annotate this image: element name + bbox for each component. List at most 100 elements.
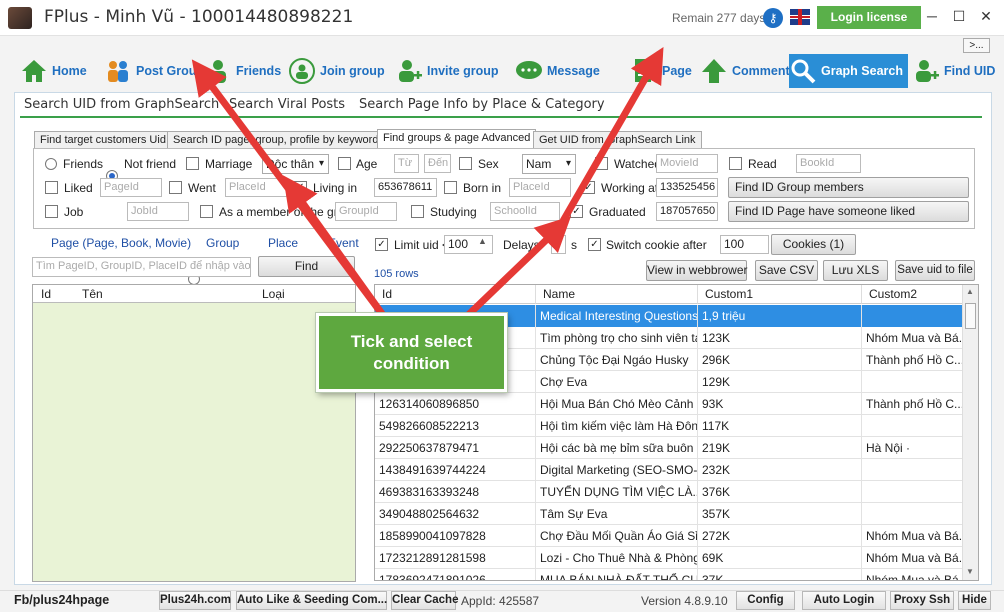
marriage-checkbox[interactable] bbox=[186, 157, 199, 170]
maximize-icon[interactable]: ☐ bbox=[946, 6, 972, 26]
grid-header-custom1[interactable]: Custom1 bbox=[698, 285, 862, 304]
left-search-input[interactable]: Tìm PageID, GroupID, PlaceID để nhập vào bbox=[32, 257, 251, 277]
age-from-input[interactable]: Từ bbox=[394, 154, 419, 173]
delays-input[interactable] bbox=[551, 235, 566, 254]
working-at-checkbox[interactable]: ✓ bbox=[582, 181, 595, 194]
limit-uid-checkbox[interactable]: ✓ bbox=[375, 238, 388, 251]
toolbar-post-group[interactable]: Post Group bbox=[104, 54, 204, 88]
find-button[interactable]: Find bbox=[258, 256, 355, 277]
minimize-icon[interactable]: ─ bbox=[919, 6, 945, 26]
job-checkbox[interactable] bbox=[45, 205, 58, 218]
scroll-thumb[interactable] bbox=[965, 303, 976, 329]
tab-find-groups-advanced[interactable]: Find groups & page Advanced bbox=[377, 129, 537, 149]
friends-radio[interactable] bbox=[45, 158, 57, 170]
key-icon[interactable]: ⚷ bbox=[763, 8, 783, 28]
toolbar-comment[interactable]: Comment bbox=[700, 54, 790, 88]
toolbar-page[interactable]: Page bbox=[630, 54, 692, 88]
scroll-up-icon[interactable]: ▲ bbox=[966, 287, 974, 296]
grid-header-custom2[interactable]: Custom2 bbox=[862, 285, 963, 304]
hide-button[interactable]: Hide bbox=[958, 591, 991, 610]
save-xls-button[interactable]: Lưu XLS bbox=[823, 260, 888, 281]
studying-checkbox[interactable] bbox=[411, 205, 424, 218]
member-of-group-checkbox[interactable] bbox=[200, 205, 213, 218]
school-id-input[interactable]: SchoolId bbox=[490, 202, 560, 221]
born-in-checkbox[interactable] bbox=[444, 181, 457, 194]
born-in-place-input[interactable]: PlaceId bbox=[509, 178, 571, 197]
went-place-id-input[interactable]: PlaceId bbox=[225, 178, 287, 197]
table-row[interactable]: 1858990041097828 Chợ Đầu Mối Quần Áo Giá … bbox=[375, 525, 963, 547]
grid-scrollbar[interactable]: ▲ ▼ bbox=[962, 285, 978, 580]
living-in-input[interactable]: 653678611 bbox=[374, 178, 437, 197]
find-group-members-button[interactable]: Find ID Group members bbox=[728, 177, 969, 198]
table-row[interactable]: 1783692471891026 MUA BÁN NHÀ ĐẤT THỔ CƯ..… bbox=[375, 569, 963, 580]
switch-cookie-input[interactable]: 100 bbox=[720, 235, 769, 254]
left-col-ten[interactable]: Tên bbox=[82, 287, 103, 301]
left-col-id[interactable]: Id bbox=[41, 287, 51, 301]
book-id-input[interactable]: BookId bbox=[796, 154, 861, 173]
living-in-checkbox[interactable]: ✓ bbox=[294, 181, 307, 194]
save-uid-button[interactable]: Save uid to file bbox=[895, 260, 975, 281]
scroll-down-icon[interactable]: ▼ bbox=[966, 567, 974, 576]
login-license-button[interactable]: Login license bbox=[817, 6, 921, 29]
cookies-button[interactable]: Cookies (1) bbox=[771, 234, 856, 255]
marriage-select[interactable]: Độc thân bbox=[262, 154, 329, 174]
limit-uid-spinner-icon[interactable]: ▲ bbox=[478, 236, 487, 246]
toolbar-find-uid[interactable]: Find UID bbox=[912, 54, 995, 88]
table-row[interactable]: 549826608522213 Hội tìm kiếm việc làm Hà … bbox=[375, 415, 963, 437]
close-icon[interactable]: ✕ bbox=[973, 6, 999, 26]
toolbar-friends[interactable]: Friends bbox=[204, 54, 281, 88]
tab-search-page-info[interactable]: Search Page Info by Place & Category bbox=[359, 97, 605, 112]
proxy-ssh-button[interactable]: Proxy Ssh bbox=[890, 591, 954, 610]
age-checkbox[interactable] bbox=[338, 157, 351, 170]
save-csv-button[interactable]: Save CSV bbox=[755, 260, 818, 281]
fb-page-link[interactable]: Fb/plus24hpage bbox=[14, 593, 109, 607]
plus24h-button[interactable]: Plus24h.com bbox=[159, 591, 231, 610]
delays-label: Delays bbox=[503, 238, 540, 252]
english-flag-icon[interactable] bbox=[790, 9, 810, 25]
table-row[interactable]: 349048802564632 Tâm Sự Eva 357K bbox=[375, 503, 963, 525]
tab-search-viral-posts[interactable]: Search Viral Posts bbox=[229, 97, 345, 112]
toolbar-invite-group[interactable]: Invite group bbox=[395, 54, 499, 88]
toolbar-graph-search[interactable]: Graph Search bbox=[789, 54, 908, 88]
liked-page-id-input[interactable]: PageId bbox=[100, 178, 162, 197]
graduated-input[interactable]: 187057650 bbox=[656, 202, 718, 221]
toolbar-message[interactable]: Message bbox=[515, 54, 600, 88]
tab-find-target-customers[interactable]: Find target customers Uid bbox=[34, 131, 172, 149]
grid-header-id[interactable]: Id bbox=[375, 285, 536, 304]
more-button[interactable]: >... bbox=[963, 38, 990, 53]
table-row[interactable]: 126314060896850 Hội Mua Bán Chó Mèo Cảnh … bbox=[375, 393, 963, 415]
grid-header-name[interactable]: Name bbox=[536, 285, 698, 304]
sex-select[interactable]: Nam bbox=[522, 154, 576, 174]
auto-login-button[interactable]: Auto Login bbox=[802, 591, 886, 610]
went-checkbox[interactable] bbox=[169, 181, 182, 194]
table-row[interactable]: 292250637879471 Hội các bà mẹ bỉm sữa buô… bbox=[375, 437, 963, 459]
movie-id-input[interactable]: MovieId bbox=[656, 154, 718, 173]
group-id-input[interactable]: GroupId bbox=[335, 202, 397, 221]
read-checkbox[interactable] bbox=[729, 157, 742, 170]
table-row[interactable]: 1723212891281598 Lozi - Cho Thuê Nhà & Ph… bbox=[375, 547, 963, 569]
age-to-input[interactable]: Đến bbox=[424, 154, 451, 173]
switch-cookie-checkbox[interactable]: ✓ bbox=[588, 238, 601, 251]
toolbar-home[interactable]: Home bbox=[20, 54, 87, 88]
liked-checkbox[interactable] bbox=[45, 181, 58, 194]
view-in-browser-button[interactable]: View in webbrower bbox=[646, 260, 748, 281]
left-col-loai[interactable]: Loại bbox=[262, 287, 285, 301]
sex-checkbox[interactable] bbox=[459, 157, 472, 170]
tab-search-uid-graphsearch[interactable]: Search UID from GraphSearch bbox=[24, 97, 219, 112]
graduated-checkbox[interactable]: ✓ bbox=[570, 205, 583, 218]
tab-search-by-keyword[interactable]: Search ID page, group, profile by keywor… bbox=[167, 131, 385, 149]
up-arrow-icon bbox=[702, 59, 726, 83]
watched-checkbox[interactable] bbox=[595, 157, 608, 170]
working-at-input[interactable]: 133525456 bbox=[656, 178, 718, 197]
find-page-liked-button[interactable]: Find ID Page have someone liked bbox=[728, 201, 969, 222]
clear-cache-button[interactable]: Clear Cache bbox=[391, 591, 458, 610]
table-cell: Hội tìm kiếm việc làm Hà Đông bbox=[536, 415, 698, 437]
config-button[interactable]: Config bbox=[736, 591, 795, 610]
table-row[interactable]: 469383163393248 TUYỂN DỤNG TÌM VIỆC LÀ...… bbox=[375, 481, 963, 503]
place-radio-label: Place bbox=[268, 236, 299, 250]
auto-like-button[interactable]: Auto Like & Seeding Com... bbox=[236, 591, 387, 610]
toolbar-join-group[interactable]: Join group bbox=[288, 54, 385, 88]
tab-get-uid-link[interactable]: Get UID from GraphSearch Link bbox=[533, 131, 702, 149]
table-row[interactable]: 1438491639744224 Digital Marketing (SEO-S… bbox=[375, 459, 963, 481]
job-id-input[interactable]: JobId bbox=[127, 202, 189, 221]
